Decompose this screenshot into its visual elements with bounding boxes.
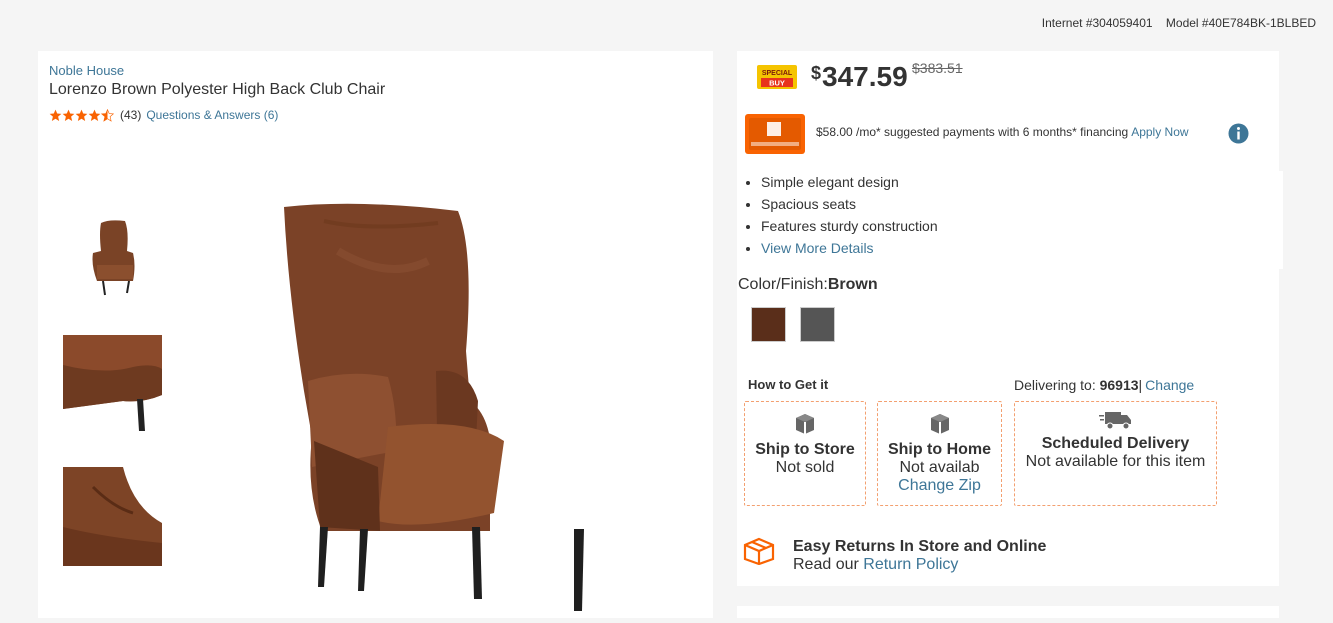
highlight-item: Simple elegant design xyxy=(761,171,1283,193)
option-title: Ship to Store xyxy=(755,441,855,458)
fabric-detail-image xyxy=(63,467,162,566)
color-label: Color/Finish: xyxy=(738,276,828,293)
option-status: Not available for this item xyxy=(1025,453,1206,470)
truck-icon xyxy=(1098,412,1131,430)
model-number: Model #40E784BK-1BLBED xyxy=(1165,16,1316,30)
swatch-brown[interactable] xyxy=(751,307,786,342)
half-star-icon xyxy=(101,108,114,122)
apply-now-link[interactable]: Apply Now xyxy=(1131,125,1188,139)
color-selected: Brown xyxy=(827,276,878,293)
returns-prefix: Read our xyxy=(793,556,859,573)
highlights-list: Simple elegant design Spacious seats Fea… xyxy=(737,171,1283,269)
zip-code: 96913 xyxy=(1099,377,1139,393)
highlight-item: Features sturdy construction xyxy=(761,215,1283,237)
product-title: Lorenzo Brown Polyester High Back Club C… xyxy=(49,81,386,98)
swatch-gray[interactable] xyxy=(800,307,835,342)
star-icon xyxy=(88,109,101,121)
option-title: Ship to Home xyxy=(887,441,992,458)
option-title: Scheduled Delivery xyxy=(1041,435,1190,452)
product-media-panel: Noble House Lorenzo Brown Polyester High… xyxy=(38,51,713,618)
price: $347.59 xyxy=(811,61,908,93)
thumbnail-2[interactable] xyxy=(63,335,162,434)
main-product-image[interactable] xyxy=(268,191,588,618)
product-ids: Internet #304059401 Model #40E784BK-1BLB… xyxy=(1032,16,1316,30)
change-zip-link[interactable]: Change xyxy=(1145,377,1194,393)
ship-to-store-option[interactable]: Ship to Store Not sold xyxy=(744,401,866,506)
star-icon xyxy=(75,109,88,121)
chair-detail-image xyxy=(63,335,162,434)
returns-subtitle: Read our Return Policy xyxy=(793,556,958,574)
option-status: Not availab xyxy=(899,459,980,476)
financing-copy: $58.00 /mo* suggested payments with 6 mo… xyxy=(816,125,1129,139)
delivering-to: Delivering to: 96913| Change xyxy=(1014,377,1194,393)
svg-text:SPECIAL: SPECIAL xyxy=(762,70,793,77)
price-value: 347.59 xyxy=(822,61,908,92)
special-buy-badge: SPECIAL BUY xyxy=(757,65,797,89)
returns-title: Easy Returns In Store and Online xyxy=(793,538,1047,555)
info-icon[interactable] xyxy=(1228,123,1249,144)
highlight-item: Spacious seats xyxy=(761,193,1283,215)
product-info-panel: SPECIAL BUY $347.59 $383.51 $58.00 /mo* … xyxy=(737,51,1283,586)
currency-symbol: $ xyxy=(811,63,822,83)
star-icon xyxy=(62,109,75,121)
star-rating[interactable] xyxy=(49,108,114,122)
scheduled-delivery-option[interactable]: Scheduled Delivery Not available for thi… xyxy=(1014,401,1217,506)
box-icon xyxy=(796,414,814,434)
internet-number: Internet #304059401 xyxy=(1041,16,1153,30)
financing-text: $58.00 /mo* suggested payments with 6 mo… xyxy=(816,125,1189,139)
rating-row: (43) Questions & Answers (6) xyxy=(49,108,278,122)
next-section-panel xyxy=(737,606,1279,618)
brand-link[interactable]: Noble House xyxy=(49,63,124,78)
chair-main-image xyxy=(284,203,584,611)
review-count[interactable]: (43) xyxy=(120,108,141,122)
view-more-item: View More Details xyxy=(761,237,1283,259)
return-policy-link[interactable]: Return Policy xyxy=(863,556,958,573)
ship-to-home-option[interactable]: Ship to Home Not availab Change Zip xyxy=(877,401,1002,506)
delivering-label: Delivering to: xyxy=(1014,377,1096,393)
svg-text:BUY: BUY xyxy=(769,79,785,88)
thumbnail-3[interactable] xyxy=(63,467,162,566)
separator: | xyxy=(1138,377,1143,393)
option-status: Not sold xyxy=(775,459,835,476)
return-box-icon xyxy=(743,537,775,565)
color-finish-label: Color/Finish:Brown xyxy=(738,276,878,294)
thumbnail-1[interactable] xyxy=(63,201,162,300)
chair-thumbnail-image xyxy=(63,201,162,300)
was-price: $383.51 xyxy=(912,60,963,76)
change-zip-option-link[interactable]: Change Zip xyxy=(878,477,1001,495)
how-to-get-it-heading: How to Get it xyxy=(748,377,829,392)
questions-answers-link[interactable]: Questions & Answers (6) xyxy=(146,108,278,122)
credit-card-icon xyxy=(745,114,805,154)
star-icon xyxy=(49,109,62,121)
box-icon xyxy=(930,414,949,434)
view-more-details-link[interactable]: View More Details xyxy=(761,240,874,256)
